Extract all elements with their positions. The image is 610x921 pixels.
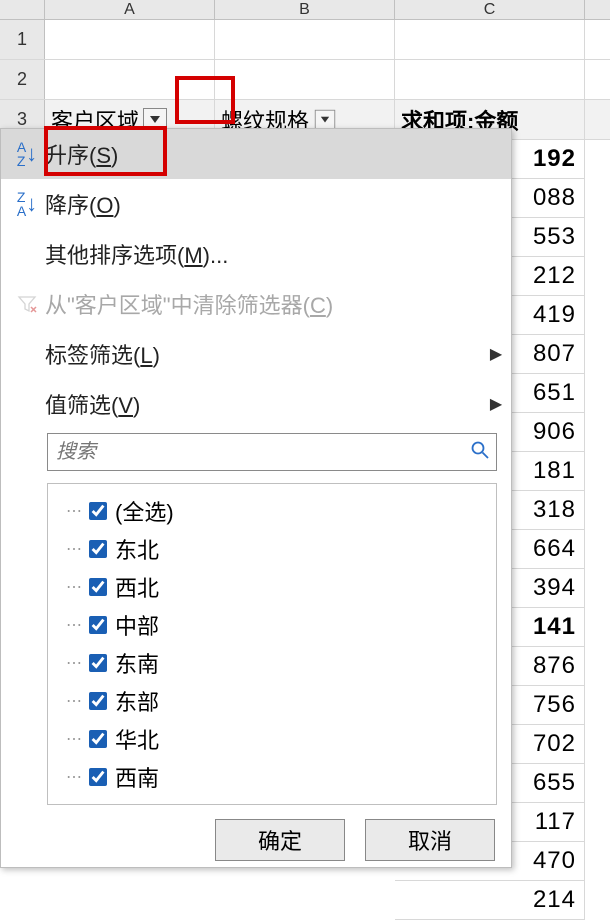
checkbox[interactable] [89,540,107,558]
row-1: 1 [0,20,610,60]
checkbox[interactable] [89,616,107,634]
submenu-arrow-icon: ▶ [481,394,511,414]
cell[interactable] [395,20,585,59]
column-headers: A B C [0,0,610,20]
tree-item[interactable]: ⋯ 西北 [54,568,490,606]
cell[interactable] [45,20,215,59]
menu-label: 从"客户区域"中清除筛选器(C) [45,288,511,320]
tree-label: 西北 [115,571,159,603]
tree-item[interactable]: ⋯ 西南 [54,758,490,796]
tree-item[interactable]: ⋯ 中部 [54,606,490,644]
select-all-corner[interactable] [0,0,45,19]
search-icon[interactable] [470,440,490,465]
dialog-buttons: 确定 取消 [1,813,511,863]
tree-label: 中部 [115,609,159,641]
checkbox[interactable] [89,730,107,748]
cell[interactable] [215,20,395,59]
col-header-A[interactable]: A [45,0,215,19]
menu-label: 标签筛选(L) [45,338,481,370]
col-header-C[interactable]: C [395,0,585,19]
annotation-highlight-dropdown [175,76,235,124]
search-input[interactable] [54,440,470,465]
search-box[interactable] [47,433,497,471]
tree-item[interactable]: ⋯ 东南 [54,644,490,682]
sort-descending-icon: ZA↓ [9,190,45,218]
menu-label: 降序(O) [45,188,511,220]
filter-dropdown-button[interactable] [315,109,335,129]
tree-item[interactable]: ⋯ 华北 [54,720,490,758]
menu-more-sort-options[interactable]: 其他排序选项(M)... [1,229,511,279]
filter-values-tree: ⋯ (全选) ⋯ 东北 ⋯ 西北 ⋯ 中部 ⋯ 东南 ⋯ 东部 ⋯ 华北 ⋯ 西南 [47,483,497,805]
checkbox[interactable] [89,578,107,596]
tree-connector-icon: ⋯ [66,577,81,597]
submenu-arrow-icon: ▶ [481,344,511,364]
row-header[interactable]: 2 [0,60,45,99]
chevron-down-icon [150,116,160,124]
tree-label: 西南 [115,761,159,793]
tree-label: 东部 [115,685,159,717]
ok-button[interactable]: 确定 [215,819,345,861]
tree-connector-icon: ⋯ [66,691,81,711]
chevron-down-icon [321,116,330,123]
menu-sort-descending[interactable]: ZA↓ 降序(O) [1,179,511,229]
tree-label: 东南 [115,647,159,679]
checkbox[interactable] [89,654,107,672]
annotation-highlight-sort-asc [44,126,167,176]
cancel-button[interactable]: 取消 [365,819,495,861]
filter-dropdown-menu: AZ↓ 升序(S) ZA↓ 降序(O) 其他排序选项(M)... 从"客户区域"… [0,128,512,868]
cell[interactable] [395,60,585,99]
menu-clear-filter: 从"客户区域"中清除筛选器(C) [1,279,511,329]
cell[interactable] [215,60,395,99]
tree-connector-icon: ⋯ [66,729,81,749]
menu-label: 其他排序选项(M)... [45,238,511,270]
tree-item-select-all[interactable]: ⋯ (全选) [54,492,490,530]
col-header-B[interactable]: B [215,0,395,19]
tree-connector-icon: ⋯ [66,539,81,559]
checkbox[interactable] [89,692,107,710]
checkbox[interactable] [89,502,107,520]
value-cell[interactable]: 214 [395,881,585,920]
tree-connector-icon: ⋯ [66,615,81,635]
spreadsheet-grid: A B C 1 2 3 客户区域 螺纹规格 [0,0,610,140]
clear-filter-icon [9,294,45,314]
menu-label-filter[interactable]: 标签筛选(L) ▶ [1,329,511,379]
search-wrap [1,429,511,477]
row-header[interactable]: 1 [0,20,45,59]
checkbox[interactable] [89,768,107,786]
tree-connector-icon: ⋯ [66,767,81,787]
tree-label: (全选) [115,495,174,527]
sort-ascending-icon: AZ↓ [9,140,45,168]
tree-label: 东北 [115,533,159,565]
tree-item[interactable]: ⋯ 东北 [54,530,490,568]
row-2: 2 [0,60,610,100]
menu-value-filter[interactable]: 值筛选(V) ▶ [1,379,511,429]
menu-label: 值筛选(V) [45,388,481,420]
tree-label: 华北 [115,723,159,755]
tree-item[interactable]: ⋯ 东部 [54,682,490,720]
tree-connector-icon: ⋯ [66,653,81,673]
tree-connector-icon: ⋯ [66,501,81,521]
